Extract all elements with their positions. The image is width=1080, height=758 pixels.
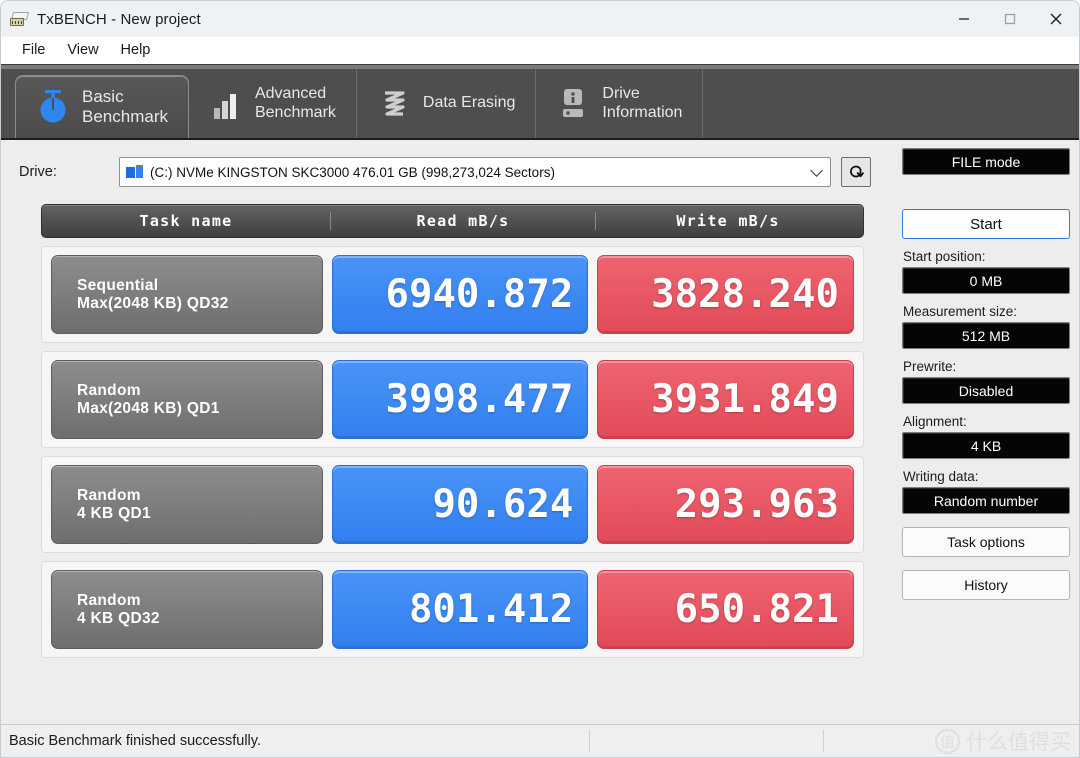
mode-indicator[interactable]: FILE mode [902,148,1070,175]
status-bar: Basic Benchmark finished successfully. 值… [1,724,1079,757]
results-header: Task name Read mB/s Write mB/s [41,204,864,238]
watermark-text: 什么值得买 [966,730,1071,754]
maximize-button[interactable] [987,1,1033,37]
menu-item-help[interactable]: Help [110,40,162,60]
alignment-label: Alignment: [903,414,967,429]
read-value: 3998.477 [331,360,589,439]
drive-select-value: (C:) NVMe KINGSTON SKC3000 476.01 GB (99… [150,164,555,180]
task-options-button[interactable]: Task options [902,527,1070,557]
options-sidebar: FILE mode Start Start position: 0 MB Mea… [902,148,1070,720]
tab-drive-information[interactable]: Drive Information [536,69,704,138]
status-segment-2 [589,730,823,752]
drive-select[interactable]: (C:) NVMe KINGSTON SKC3000 476.01 GB (99… [119,157,831,187]
table-row: Sequential Max(2048 KB) QD32 6940.872 38… [41,246,864,343]
drive-app-icon [10,10,30,28]
task-name-cell: Sequential Max(2048 KB) QD32 [51,255,323,334]
refresh-loop-icon [850,165,864,178]
minimize-button[interactable] [941,1,987,37]
tab-advanced-benchmark-label: Advanced Benchmark [254,84,336,121]
measurement-size-label: Measurement size: [903,304,1018,319]
chevron-down-icon [810,164,823,177]
menu-item-view[interactable]: View [56,40,109,60]
write-value: 650.821 [597,570,854,649]
menu-item-file[interactable]: File [11,40,56,60]
task-subtitle: 4 KB QD1 [77,504,151,522]
title-bar: TxBENCH - New project [1,1,1079,37]
content-area: Drive: (C:) NVMe KINGSTON SKC3000 476.01… [1,138,1079,724]
task-title: Sequential [77,276,159,294]
task-name-cell: Random 4 KB QD32 [51,570,323,649]
start-button[interactable]: Start [902,209,1070,239]
header-task-name: Task name [139,212,233,230]
table-row: Random Max(2048 KB) QD1 3998.477 3931.84… [41,351,864,448]
txbench-window: TxBENCH - New project File View Help Bas… [0,0,1080,758]
task-subtitle: Max(2048 KB) QD32 [77,294,229,312]
window-controls [941,1,1079,37]
prewrite-value[interactable]: Disabled [902,377,1070,404]
prewrite-label: Prewrite: [903,359,957,374]
tab-data-erasing[interactable]: Data Erasing [357,69,537,138]
read-value: 801.412 [331,570,589,649]
header-read-mbs: Read mB/s [330,212,595,230]
task-name-cell: Random 4 KB QD1 [51,465,323,544]
shred-icon [384,90,405,116]
status-message: Basic Benchmark finished successfully. [9,733,261,749]
drive-info-icon [563,88,584,117]
start-position-value[interactable]: 0 MB [902,267,1070,294]
table-row: Random 4 KB QD32 801.412 650.821 [41,561,864,658]
tab-advanced-benchmark[interactable]: Advanced Benchmark [189,69,357,138]
watermark: 值 什么值得买 [935,726,1071,756]
task-name-cell: Random Max(2048 KB) QD1 [51,360,323,439]
write-value: 3828.240 [597,255,854,334]
status-segment-3: 值 什么值得买 [823,728,1079,754]
task-title: Random [77,591,141,609]
refresh-drives-button[interactable] [841,157,871,187]
benchmark-results: Task name Read mB/s Write mB/s Sequentia… [41,204,864,714]
task-title: Random [77,486,141,504]
start-position-label: Start position: [903,249,986,264]
task-subtitle: Max(2048 KB) QD1 [77,399,220,417]
read-value: 90.624 [331,465,589,544]
tab-data-erasing-label: Data Erasing [422,94,516,112]
watermark-mark: 值 [935,728,960,754]
history-button[interactable]: History [902,570,1070,600]
write-value: 293.963 [597,465,854,544]
header-write-mbs: Write mB/s [595,212,860,230]
tab-drive-information-label: Drive Information [602,84,683,121]
window-title: TxBENCH - New project [37,10,201,28]
read-value: 6940.872 [331,255,589,334]
alignment-value[interactable]: 4 KB [902,432,1070,459]
tab-basic-benchmark[interactable]: Basic Benchmark [15,75,189,138]
menu-bar: File View Help [1,37,1079,64]
bar-chart-icon [213,93,236,119]
table-row: Random 4 KB QD1 90.624 293.963 [41,456,864,553]
writing-data-label: Writing data: [903,469,979,484]
write-value: 3931.849 [597,360,854,439]
tab-basic-benchmark-label: Basic Benchmark [82,86,168,126]
stopwatch-icon [40,90,66,123]
hard-drive-icon [126,164,144,180]
task-title: Random [77,381,141,399]
tab-strip: Basic Benchmark Advanced Benchmark Data … [1,64,1079,138]
writing-data-value[interactable]: Random number [902,487,1070,514]
drive-label: Drive: [19,164,57,180]
task-subtitle: 4 KB QD32 [77,609,160,627]
close-button[interactable] [1033,1,1079,37]
measurement-size-value[interactable]: 512 MB [902,322,1070,349]
